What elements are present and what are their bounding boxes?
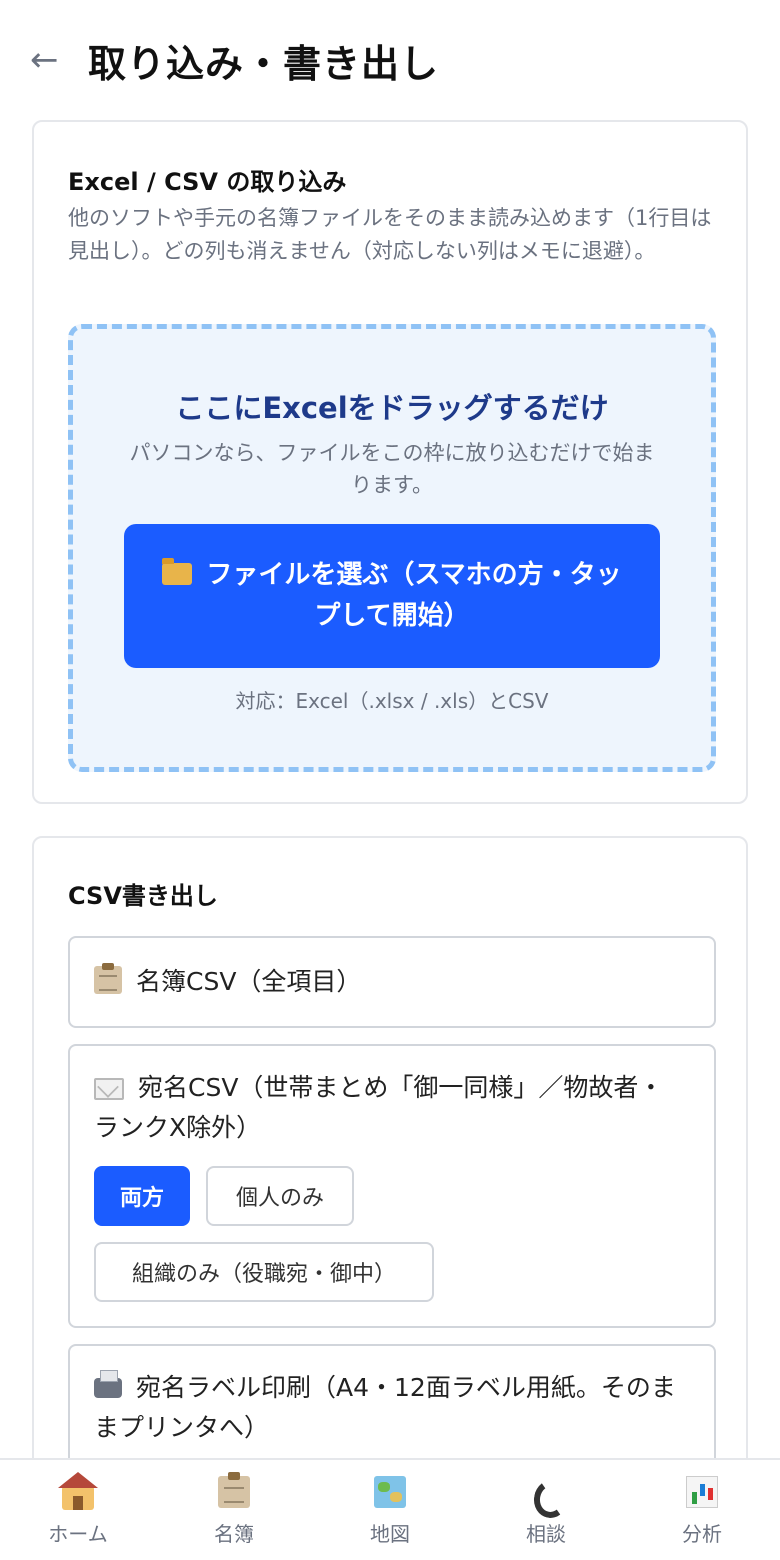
nav-item-home[interactable]: ホーム xyxy=(0,1460,156,1560)
address-csv-label: 宛名CSV（世帯まとめ「御一同様」／物故者・ランクX除外） xyxy=(94,1073,664,1142)
export-title: CSV書き出し xyxy=(68,882,218,910)
address-mode-both-button[interactable]: 両方 xyxy=(94,1166,190,1226)
nav-label-roster: 名簿 xyxy=(214,1522,254,1546)
envelope-icon xyxy=(94,1078,124,1100)
choose-file-button[interactable]: ファイルを選ぶ（スマホの方・タップして開始） xyxy=(124,524,660,668)
address-mode-org-button[interactable]: 組織のみ（役職宛・御中） xyxy=(94,1242,434,1302)
chart-icon xyxy=(686,1476,718,1508)
nav-label-analysis: 分析 xyxy=(682,1522,722,1546)
file-button-label: ファイルを選ぶ（スマホの方・タップして開始） xyxy=(206,560,622,631)
home-icon xyxy=(58,1472,98,1510)
page-header: ← 取り込み・書き出し xyxy=(30,30,439,90)
drop-subtitle: パソコンなら、ファイルをこの枠に放り込むだけで始まります。 xyxy=(129,441,655,497)
roster-csv-option[interactable]: 名簿CSV（全項目） xyxy=(68,936,716,1028)
supported-formats-note: 対応：Excel（.xlsx / .xls）とCSV xyxy=(235,689,549,713)
nav-item-analysis[interactable]: 分析 xyxy=(624,1460,780,1560)
nav-item-roster[interactable]: 名簿 xyxy=(156,1460,312,1560)
file-button-text: ファイルを選ぶ（スマホの方・タップして開始） xyxy=(154,555,630,637)
nav-label-home: ホーム xyxy=(48,1522,108,1546)
label-print-label: 宛名ラベル印刷（A4・12面ラベル用紙。そのままプリンタへ） xyxy=(94,1373,676,1442)
import-title: Excel / CSV の取り込み xyxy=(68,168,347,196)
import-card: Excel / CSV の取り込み 他のソフトや手元の名簿ファイルをそのまま読み… xyxy=(32,120,748,804)
bottom-nav: ホーム 名簿 地図 相談 分析 xyxy=(0,1458,780,1560)
file-dropzone[interactable]: ここにExcelをドラッグするだけ パソコンなら、ファイルをこの枠に放り込むだけ… xyxy=(68,324,716,772)
back-arrow-icon[interactable]: ← xyxy=(30,43,88,77)
nav-item-map[interactable]: 地図 xyxy=(312,1460,468,1560)
drop-title: ここにExcelをドラッグするだけ xyxy=(175,391,609,425)
phone-icon xyxy=(530,1476,562,1508)
import-description: 他のソフトや手元の名簿ファイルをそのまま読み込めます（1行目は見出し）。どの列も… xyxy=(68,206,712,263)
nav-label-map: 地図 xyxy=(370,1522,410,1546)
clipboard-icon xyxy=(218,1472,250,1508)
map-icon xyxy=(374,1476,406,1508)
folder-icon xyxy=(162,558,193,585)
roster-csv-label: 名簿CSV（全項目） xyxy=(136,967,362,996)
nav-item-consult[interactable]: 相談 xyxy=(468,1460,624,1560)
export-card: CSV書き出し 名簿CSV（全項目） 宛名CSV（世帯まとめ「御一同様」／物故者… xyxy=(32,836,748,1560)
address-mode-person-button[interactable]: 個人のみ xyxy=(206,1166,354,1226)
printer-icon xyxy=(94,1370,122,1398)
address-csv-option[interactable]: 宛名CSV（世帯まとめ「御一同様」／物故者・ランクX除外） 両方 個人のみ 組織… xyxy=(68,1044,716,1328)
page-title: 取り込み・書き出し xyxy=(88,41,440,86)
nav-label-consult: 相談 xyxy=(526,1522,566,1546)
clipboard-icon xyxy=(94,963,122,994)
